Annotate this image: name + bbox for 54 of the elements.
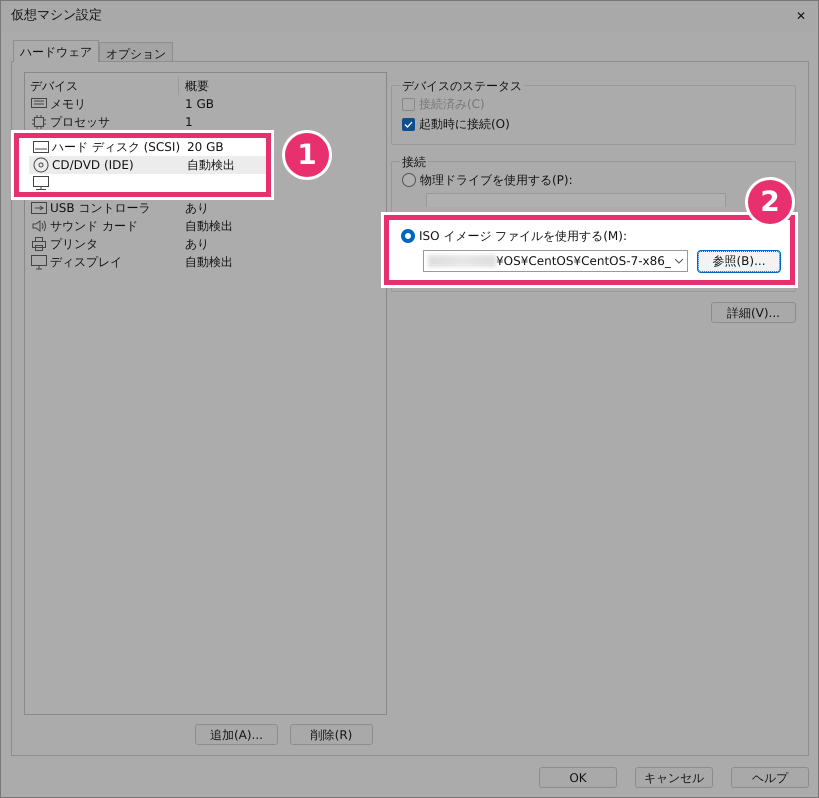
callout-number: 2 <box>748 180 792 224</box>
close-button[interactable]: ✕ <box>796 7 806 25</box>
redacted-text <box>428 255 496 267</box>
device-name: メモリ <box>50 96 86 113</box>
callout-number: 1 <box>285 133 329 177</box>
usb-icon <box>30 199 48 217</box>
chip-icon <box>30 113 48 131</box>
speaker-icon <box>30 217 48 235</box>
device-name: プリンタ <box>50 236 98 253</box>
radio-button[interactable] <box>402 173 416 187</box>
browse-button[interactable]: 参照(B)... <box>698 250 780 272</box>
device-summary: あり <box>184 200 209 217</box>
device-summary: あり <box>184 236 209 253</box>
dialog-button[interactable]: ヘルプ <box>731 767 809 788</box>
device-row[interactable]: USB コントローラ あり <box>27 199 384 217</box>
device-summary: 自動検出 <box>184 218 233 235</box>
radio-label: ISO イメージ ファイルを使用する(M): <box>419 228 627 245</box>
device-name: USB コントローラ <box>50 200 150 217</box>
printer-icon <box>30 235 48 253</box>
device-name: プロセッサ <box>50 114 110 131</box>
device-row[interactable]: プロセッサ 1 <box>27 113 384 131</box>
device-name: ハード ディスク (SCSI) <box>52 139 180 156</box>
device-row[interactable]: ハード ディスク (SCSI) 20 GB <box>29 138 266 156</box>
device-summary: 自動検出 <box>184 254 233 271</box>
dialog-button[interactable]: 追加(A)... <box>195 724 278 745</box>
dialog-button[interactable]: キャンセル <box>635 767 713 788</box>
checkbox[interactable] <box>402 118 415 130</box>
window-title: 仮想マシン設定 <box>11 7 102 26</box>
device-summary: 1 <box>184 114 193 131</box>
device-row[interactable]: CD/DVD (IDE) 自動検出 <box>29 156 266 174</box>
disc-icon <box>32 156 50 174</box>
checkbox-label: 起動時に接続(O) <box>419 116 510 133</box>
device-row[interactable]: サウンド カード 自動検出 <box>27 217 384 235</box>
device-row[interactable]: メモリ 1 GB <box>27 95 384 113</box>
device-summary: 自動検出 <box>186 157 235 174</box>
device-name: サウンド カード <box>50 218 138 235</box>
group-title: 接続 <box>400 153 428 171</box>
column-header: 概要 <box>184 78 209 95</box>
device-name: ディスプレイ <box>50 254 122 271</box>
radio-label: 物理ドライブを使用する(P): <box>420 172 573 189</box>
device-summary: 20 GB <box>186 139 224 156</box>
radio-button[interactable] <box>401 229 415 243</box>
device-summary: 1 GB <box>184 96 214 113</box>
tab[interactable]: ハードウェア <box>13 40 99 62</box>
path-combo-field[interactable]: ¥OS¥CentOS¥CentOS-7-x86_ <box>423 250 688 272</box>
device-row[interactable]: プリンタ あり <box>27 235 384 253</box>
tab[interactable]: オプション <box>99 42 173 61</box>
details-button[interactable]: 詳細(V)... <box>711 302 796 323</box>
column-header: デバイス <box>27 77 179 95</box>
device-name: CD/DVD (IDE) <box>52 157 134 174</box>
dialog-button[interactable]: 削除(R) <box>290 724 373 745</box>
monitor-icon <box>30 253 48 271</box>
dialog-button[interactable]: OK <box>539 767 617 788</box>
device-row[interactable]: ディスプレイ 自動検出 <box>27 253 384 271</box>
